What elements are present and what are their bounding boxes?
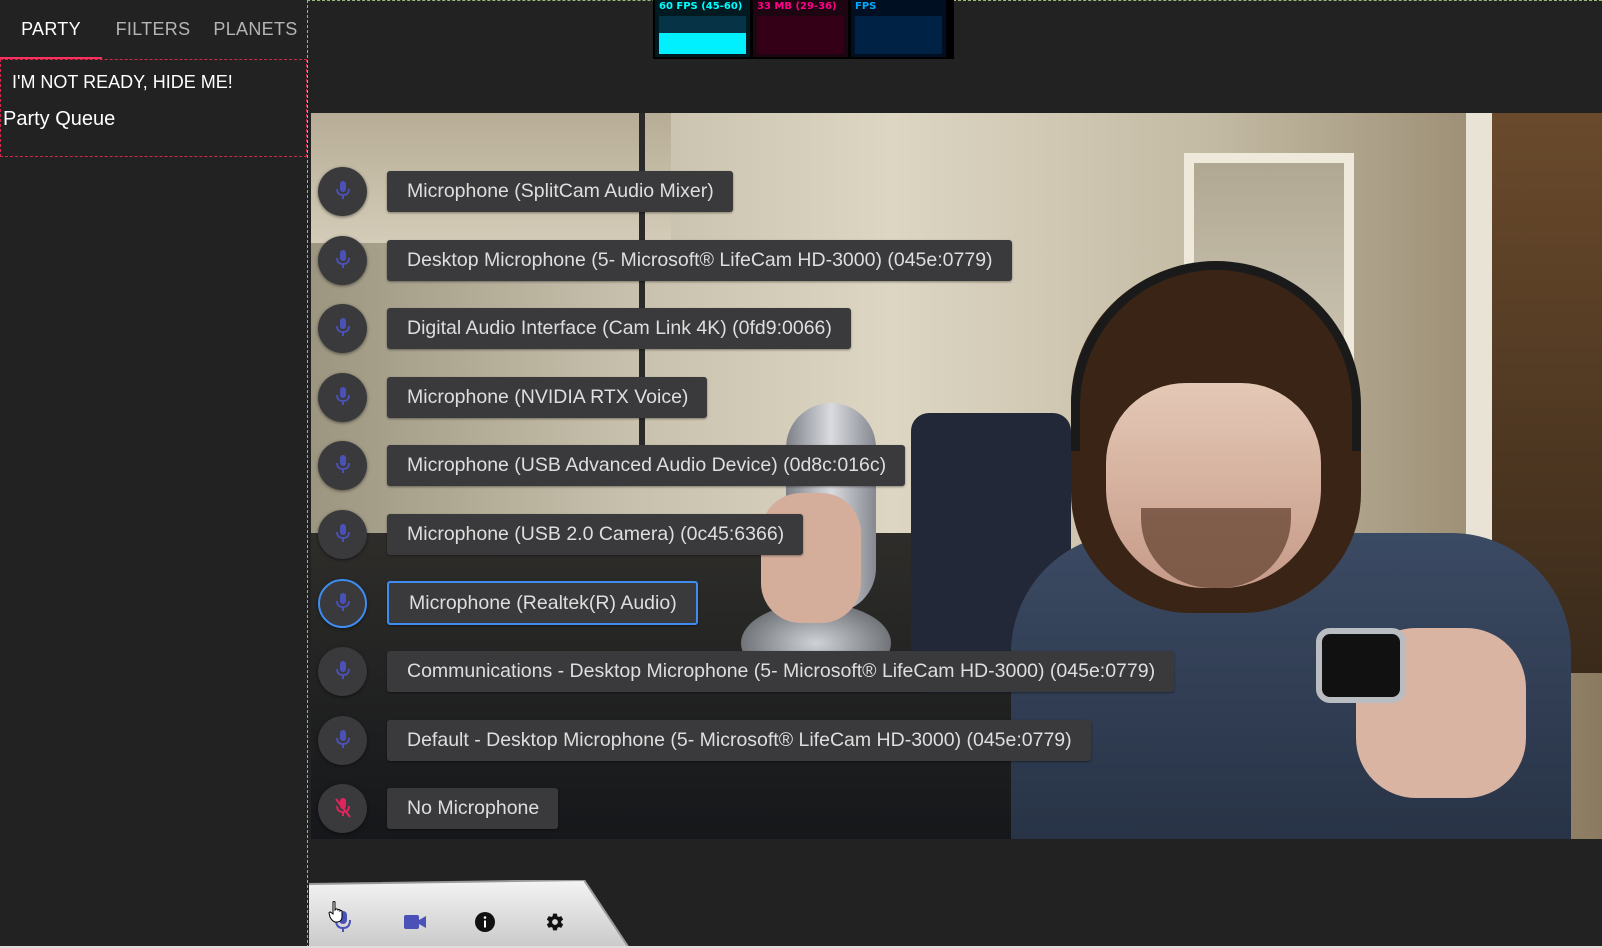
device-label[interactable]: Microphone (USB Advanced Audio Device) (… xyxy=(387,444,906,486)
device-label[interactable]: Digital Audio Interface (Cam Link 4K) (0… xyxy=(387,307,851,349)
third-readout: FPS xyxy=(855,1,877,12)
device-row[interactable]: No Microphone xyxy=(318,783,559,833)
microphone-icon xyxy=(335,524,350,542)
device-label[interactable]: Microphone (Realtek(R) Audio) xyxy=(387,581,698,625)
no-microphone-button[interactable] xyxy=(318,783,367,833)
microphone-select-button[interactable] xyxy=(318,509,367,559)
microphone-select-button[interactable] xyxy=(318,166,367,216)
device-row[interactable]: Digital Audio Interface (Cam Link 4K) (0… xyxy=(318,303,851,353)
device-row[interactable]: Communications - Desktop Microphone (5- … xyxy=(318,646,1175,696)
gear-icon xyxy=(546,913,564,931)
microphone-icon xyxy=(335,250,350,268)
tab-filters[interactable]: FILTERS xyxy=(102,0,204,59)
fps-graph xyxy=(659,16,746,54)
device-row[interactable]: Microphone (USB Advanced Audio Device) (… xyxy=(318,440,906,490)
device-label[interactable]: Microphone (NVIDIA RTX Voice) xyxy=(387,376,708,418)
device-label[interactable]: Default - Desktop Microphone (5- Microso… xyxy=(387,719,1091,761)
device-label[interactable]: Microphone (SplitCam Audio Mixer) xyxy=(387,170,733,212)
memory-graph xyxy=(757,16,844,54)
video-camera-icon xyxy=(404,915,426,929)
microphone-select-button[interactable] xyxy=(318,715,367,765)
hand-cursor-icon xyxy=(328,901,343,923)
device-label[interactable]: Communications - Desktop Microphone (5- … xyxy=(387,650,1175,692)
device-label[interactable]: Desktop Microphone (5- Microsoft® LifeCa… xyxy=(387,239,1012,281)
device-row[interactable]: Microphone (Realtek(R) Audio) xyxy=(318,578,698,628)
held-webcam xyxy=(1316,628,1406,703)
third-graph xyxy=(855,16,942,54)
microphone-select-button[interactable] xyxy=(318,303,367,353)
microphone-off-icon xyxy=(334,798,351,818)
party-queue-heading: Party Queue xyxy=(3,108,116,130)
settings-button[interactable] xyxy=(537,904,573,940)
microphone-icon xyxy=(335,181,350,199)
party-panel: I'M NOT READY, HIDE ME! Party Queue xyxy=(0,59,307,157)
info-icon xyxy=(475,912,495,932)
microphone-icon xyxy=(335,661,350,679)
microphone-icon xyxy=(335,593,350,611)
microphone-select-button[interactable] xyxy=(318,646,367,696)
not-ready-hide-button[interactable]: I'M NOT READY, HIDE ME! xyxy=(12,72,233,93)
sidebar-tabs: PARTY FILTERS PLANETS xyxy=(0,0,307,59)
tab-party[interactable]: PARTY xyxy=(0,0,102,59)
memory-panel: 33 MB (29-36) xyxy=(753,0,848,57)
device-label[interactable]: Microphone (USB 2.0 Camera) (0c45:6366) xyxy=(387,513,804,555)
microphone-icon xyxy=(335,455,350,473)
microphone-select-button[interactable] xyxy=(318,578,367,628)
performance-monitor[interactable]: 60 FPS (45-60) 33 MB (29-36) FPS xyxy=(653,0,954,59)
device-row[interactable]: Microphone (NVIDIA RTX Voice) xyxy=(318,372,708,422)
microphone-select-button[interactable] xyxy=(318,235,367,285)
fps-readout: 60 FPS (45-60) xyxy=(659,1,743,12)
device-label[interactable]: No Microphone xyxy=(387,787,559,829)
microphone-icon xyxy=(335,387,350,405)
device-row[interactable]: Desktop Microphone (5- Microsoft® LifeCa… xyxy=(318,235,1012,285)
device-row[interactable]: Microphone (USB 2.0 Camera) (0c45:6366) xyxy=(318,509,804,559)
device-row[interactable]: Default - Desktop Microphone (5- Microso… xyxy=(318,715,1091,765)
microphone-select-button[interactable] xyxy=(318,440,367,490)
microphone-icon xyxy=(335,318,350,336)
third-panel: FPS xyxy=(851,0,946,57)
info-button[interactable] xyxy=(467,904,503,940)
tab-planets[interactable]: PLANETS xyxy=(204,0,307,59)
camera-toggle-button[interactable] xyxy=(397,904,433,940)
sidebar: PARTY FILTERS PLANETS I'M NOT READY, HID… xyxy=(0,0,307,948)
fps-graph-fill xyxy=(659,33,746,54)
device-row[interactable]: Microphone (SplitCam Audio Mixer) xyxy=(318,166,733,216)
fps-panel: 60 FPS (45-60) xyxy=(655,0,750,57)
microphone-icon xyxy=(335,730,350,748)
bottom-toolbar xyxy=(309,880,639,948)
microphone-select-button[interactable] xyxy=(318,372,367,422)
memory-readout: 33 MB (29-36) xyxy=(757,1,837,12)
